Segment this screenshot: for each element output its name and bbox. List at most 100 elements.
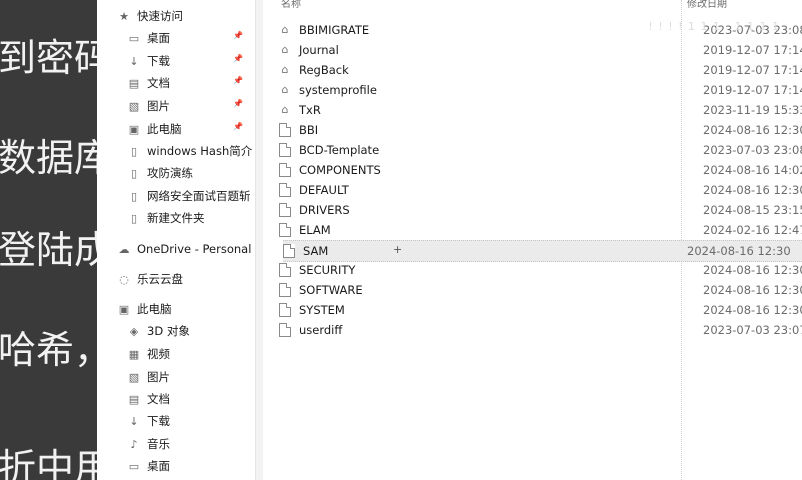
nav-item[interactable]: ◈ 3D 对象 <box>97 320 255 342</box>
star-icon: ★ <box>119 9 129 23</box>
nav-item[interactable]: ▯ 网络安全面试百题斩 <box>97 185 255 207</box>
file-name: systemprofile <box>299 83 377 97</box>
file-row[interactable]: ⌂ RegBack 2019-12-07 17:14 <box>279 60 802 80</box>
nav-item[interactable]: ▯ windows Hash简介 <box>97 140 255 162</box>
file-row[interactable]: userdiff 2023-07-03 23:07 <box>279 320 802 340</box>
file-date: 2024-08-16 14:02 <box>703 163 802 177</box>
nav-item-label: windows Hash简介 <box>147 144 253 158</box>
file-row[interactable]: BCD-Template 2023-07-03 23:08 <box>279 140 802 160</box>
folder-icon: ▯ <box>130 211 138 225</box>
file-name: SYSTEM <box>299 303 345 317</box>
file-row[interactable]: BBI 2024-08-16 12:30 <box>279 120 802 140</box>
system-folder-icon: ⌂ <box>281 63 289 76</box>
nav-item-label: 视频 <box>147 347 170 361</box>
nav-item[interactable]: ↓ 下载 📌 <box>97 50 255 72</box>
file-name: Journal <box>299 43 339 57</box>
pin-icon[interactable]: 📌 <box>233 122 243 131</box>
nav-item-label: 图片 <box>147 99 170 113</box>
navigation-pane: ★ 快速访问 ▭ 桌面 📌 ↓ 下载 📌 ▤ 文档 📌 ▧ 图片 📌 ▣ 此电脑 📌 ▯ windows Hash简… <box>97 0 256 480</box>
cloud-drive-icon: ◌ <box>119 272 129 286</box>
nav-item[interactable]: ▤ 文档 📌 <box>97 72 255 94</box>
file-icon <box>279 263 291 277</box>
file-name: SOFTWARE <box>299 283 363 297</box>
music-icon: ♪ <box>130 437 138 451</box>
pin-icon[interactable]: 📌 <box>233 76 243 85</box>
slide-text-line: 数据库( <box>0 136 97 180</box>
nav-item[interactable]: ▦ 视频 <box>97 343 255 365</box>
file-row[interactable]: DRIVERS 2024-08-15 23:15 <box>279 200 802 220</box>
file-row[interactable]: ⌂ TxR 2023-11-19 15:33 <box>279 100 802 120</box>
nav-item[interactable]: ▧ 图片 📌 <box>97 95 255 117</box>
file-row[interactable]: SECURITY 2024-08-16 12:30 <box>279 260 802 280</box>
nav-item-label: 文档 <box>147 392 170 406</box>
nav-item-label: 桌面 <box>147 459 170 473</box>
system-folder-icon: ⌂ <box>281 83 289 96</box>
folder-icon: ▯ <box>130 189 138 203</box>
nav-item[interactable]: ▧ 图片 <box>97 366 255 388</box>
file-date: 2023-11-19 15:33 <box>703 103 802 117</box>
nav-item-label: 网络安全面试百题斩 <box>147 189 251 203</box>
column-header-name[interactable]: 名称 <box>281 0 301 10</box>
file-icon <box>279 123 291 137</box>
video-icon: ▦ <box>128 347 140 361</box>
nav-item[interactable]: ▣ 此电脑 <box>97 298 255 320</box>
file-row[interactable]: ⌂ Journal 2019-12-07 17:14 <box>279 40 802 60</box>
nav-item-label: OneDrive - Personal <box>137 242 252 256</box>
file-icon <box>279 163 291 177</box>
desktop-icon: ▭ <box>128 31 140 45</box>
nav-item[interactable]: ◌ 乐云云盘 <box>97 268 255 290</box>
folder-icon: ▯ <box>130 144 138 158</box>
cursor-icon: + <box>393 243 403 256</box>
system-folder-icon: ⌂ <box>281 103 289 116</box>
file-explorer-window: ★ 快速访问 ▭ 桌面 📌 ↓ 下载 📌 ▤ 文档 📌 ▧ 图片 📌 ▣ 此电脑 📌 ▯ windows Hash简… <box>97 0 802 480</box>
file-row[interactable]: COMPONENTS 2024-08-16 14:02 <box>279 160 802 180</box>
nav-item-label: 图片 <box>147 370 170 384</box>
nav-item-label: 攻防演练 <box>147 166 193 180</box>
system-folder-icon: ⌂ <box>281 43 289 56</box>
background-slide: 到密码片 数据库( 登陆成 哈希，是 折中用至 <box>0 0 97 480</box>
folder-icon: ▯ <box>130 166 138 180</box>
file-name: userdiff <box>299 323 343 337</box>
pin-icon[interactable]: 📌 <box>233 31 243 40</box>
pin-icon[interactable]: 📌 <box>233 99 243 108</box>
document-icon: ▤ <box>128 76 140 90</box>
nav-item[interactable]: ▤ 文档 <box>97 388 255 410</box>
file-date: 2024-08-16 12:30 <box>703 303 802 317</box>
nav-item[interactable]: ☁ OneDrive - Personal <box>97 238 255 260</box>
file-date: 2024-08-16 12:30 <box>703 123 802 137</box>
file-row[interactable]: SOFTWARE 2024-08-16 12:30 <box>279 280 802 300</box>
nav-item[interactable]: ★ 快速访问 <box>97 5 255 27</box>
nav-item[interactable]: ▯ 新建文件夹 <box>97 207 255 229</box>
nav-item-label: 3D 对象 <box>147 324 190 338</box>
file-name: DRIVERS <box>299 203 350 217</box>
cloud-icon: ☁ <box>118 242 130 256</box>
file-row[interactable]: SAM 2024-08-16 12:30 + <box>283 240 802 262</box>
nav-item[interactable]: ↓ 下载 <box>97 410 255 432</box>
download-icon: ↓ <box>129 414 139 428</box>
nav-item-label: 下载 <box>147 414 170 428</box>
nav-item[interactable]: ▭ 桌面 📌 <box>97 27 255 49</box>
file-icon <box>279 283 291 297</box>
file-name: BBI <box>299 123 319 137</box>
column-header-date[interactable]: 修改日期 <box>687 0 727 10</box>
nav-item-label: 下载 <box>147 54 170 68</box>
file-row[interactable]: SYSTEM 2024-08-16 12:30 <box>279 300 802 320</box>
file-row[interactable]: ⌂ systemprofile 2019-12-07 17:14 <box>279 80 802 100</box>
file-icon <box>279 143 291 157</box>
3d-objects-icon: ◈ <box>129 324 139 338</box>
file-row[interactable]: ELAM 2024-02-16 12:47 <box>279 220 802 240</box>
slide-text-line: 登陆成 <box>0 228 97 272</box>
nav-item[interactable]: ▯ 攻防演练 <box>97 162 255 184</box>
file-date: 2023-07-03 23:08 <box>703 143 802 157</box>
nav-item[interactable]: ▭ 桌面 <box>97 455 255 477</box>
nav-item[interactable]: ▣ 此电脑 📌 <box>97 118 255 140</box>
computer-icon: ▣ <box>118 302 130 316</box>
nav-scrollbar[interactable] <box>256 0 263 480</box>
file-name: RegBack <box>299 63 349 77</box>
file-row[interactable]: DEFAULT 2024-08-16 12:30 <box>279 180 802 200</box>
file-icon <box>279 303 291 317</box>
nav-item[interactable]: ♪ 音乐 <box>97 433 255 455</box>
pin-icon[interactable]: 📌 <box>233 54 243 63</box>
file-date: 2023-07-03 23:07 <box>703 323 802 337</box>
desktop-icon: ▭ <box>128 459 140 473</box>
